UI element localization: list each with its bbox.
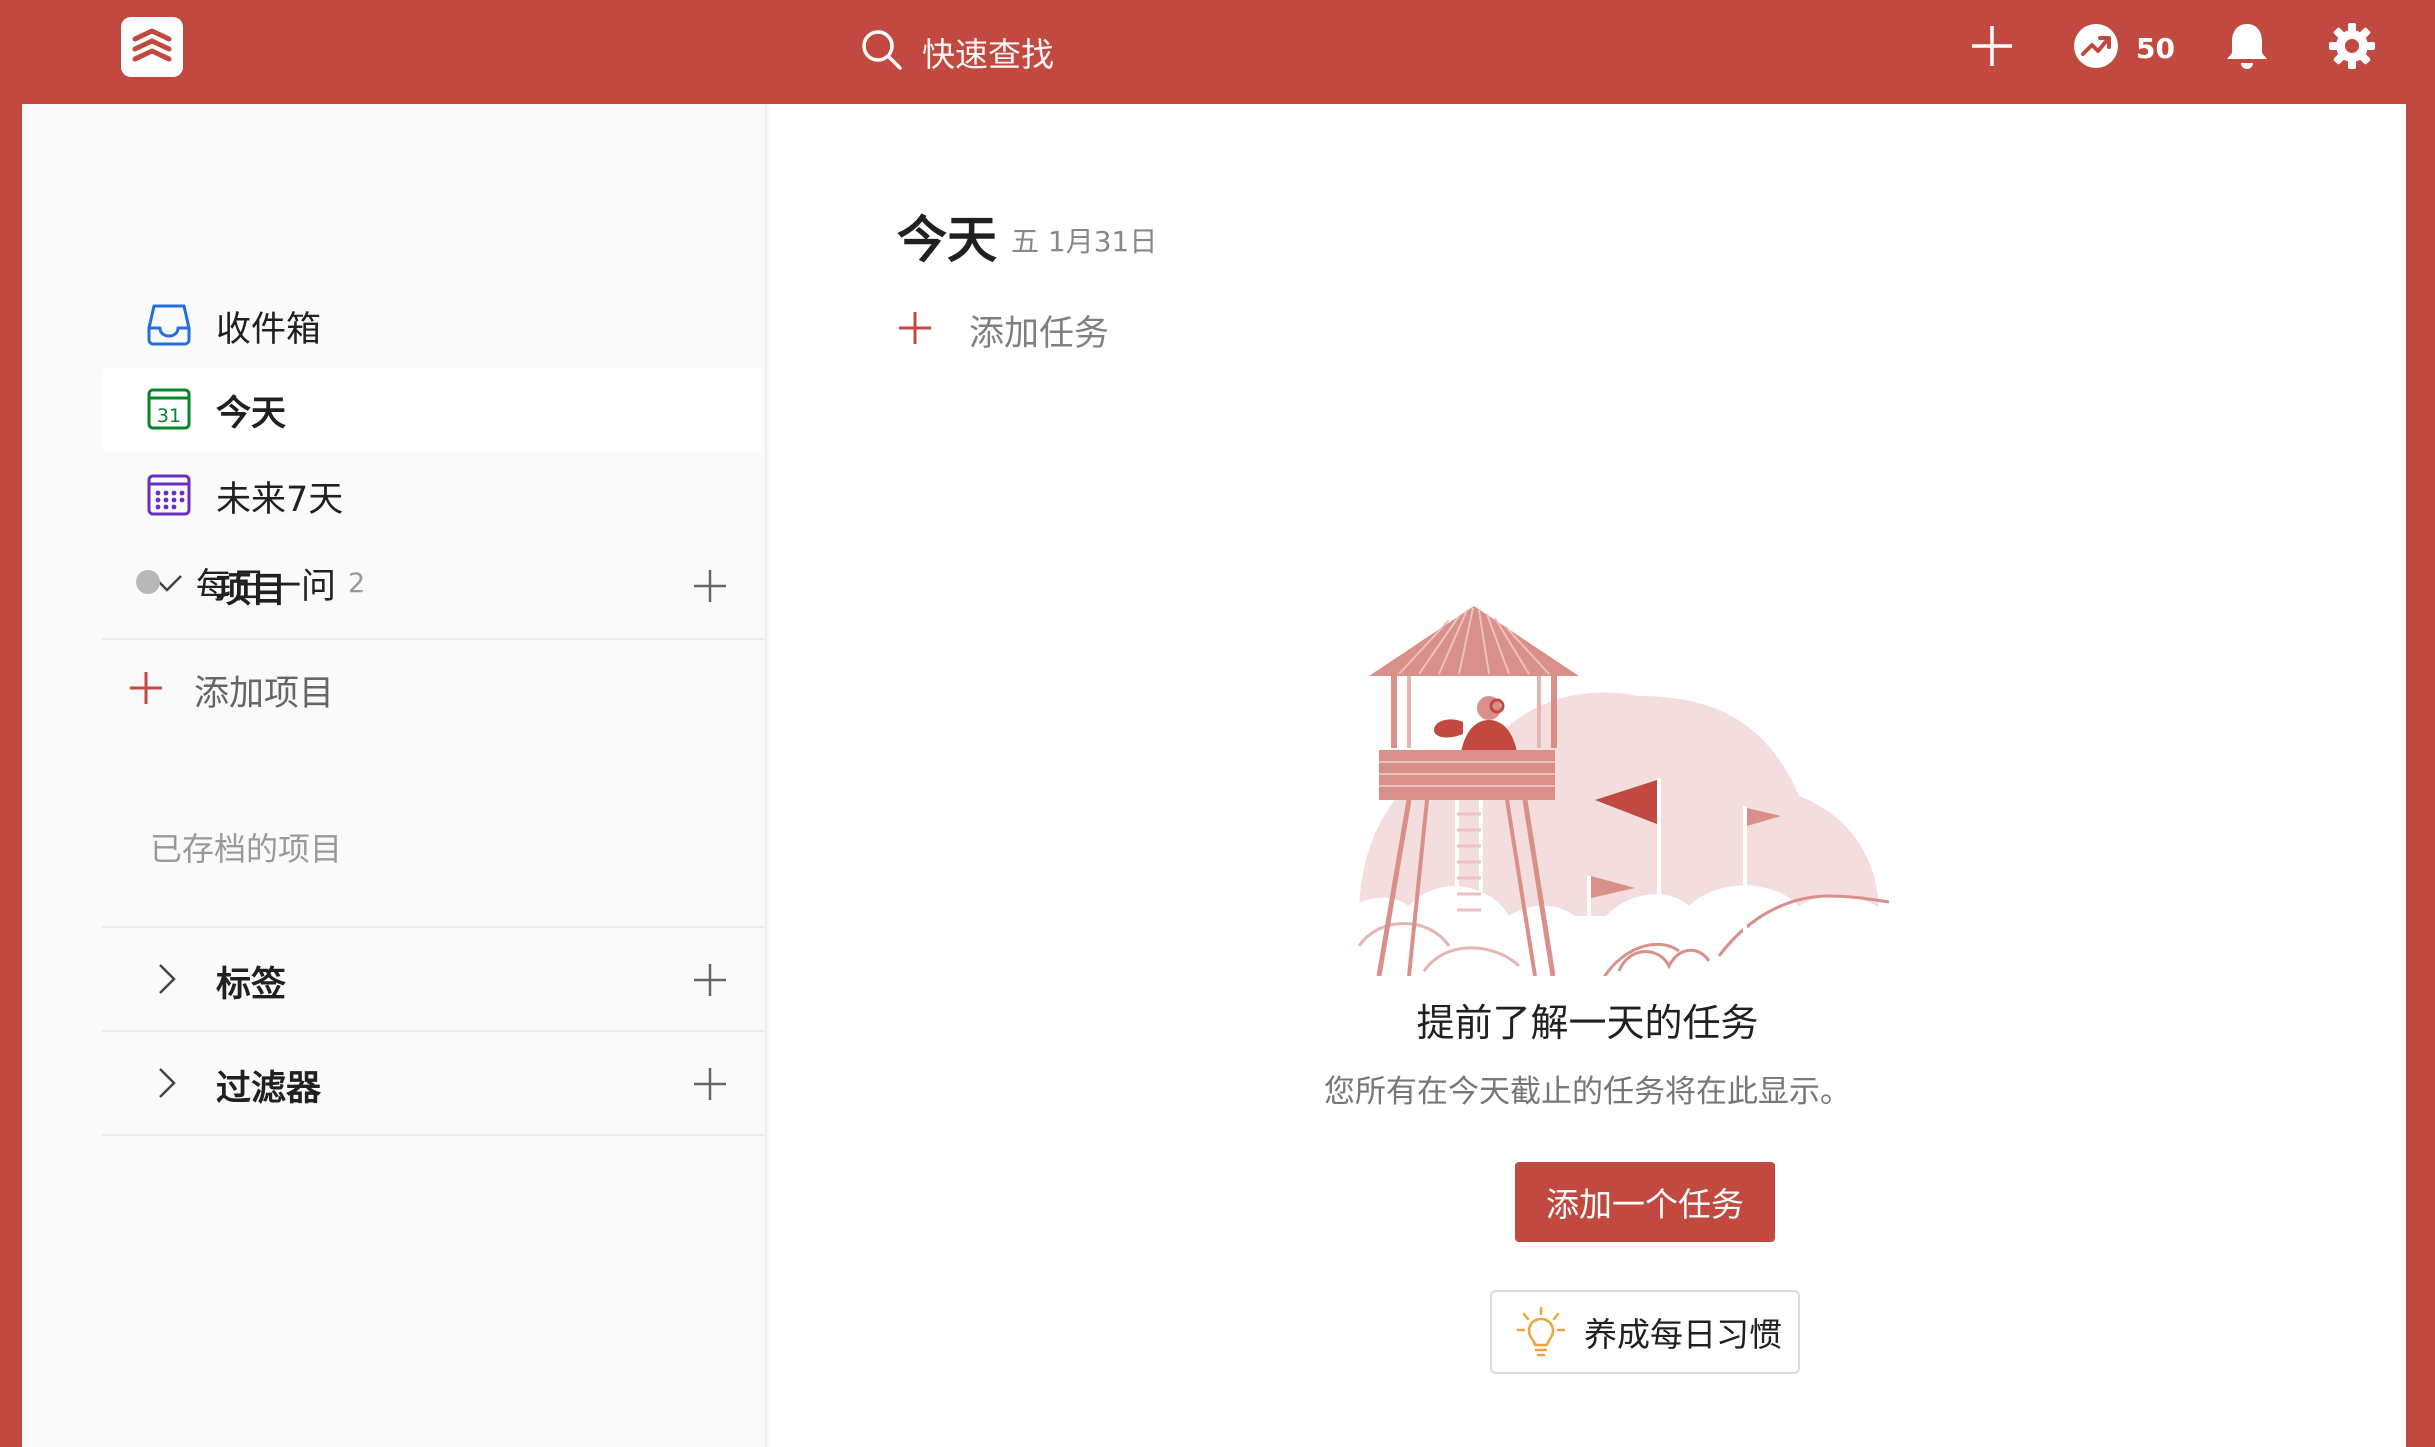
chevron-right-icon[interactable] <box>150 1066 184 1104</box>
labels-section-label: 标签 <box>216 965 287 1005</box>
trending-up-icon <box>2072 22 2120 74</box>
add-project-button[interactable]: 添加项目 <box>128 660 334 720</box>
top-bar: 快速查找 50 <box>0 0 2435 104</box>
add-project-plus-icon[interactable] <box>692 568 728 608</box>
todoist-logo-icon[interactable] <box>121 17 183 77</box>
daily-habit-label: 养成每日习惯 <box>1584 1315 1782 1354</box>
gear-icon <box>2328 22 2376 74</box>
add-task-button[interactable]: 添加任务 <box>897 300 1109 360</box>
labels-section-header[interactable]: 标签 <box>102 932 762 1032</box>
page-title: 今天 <box>897 211 997 269</box>
app-panel: 收件箱 31 今天 未来7天 项目 每日一问 2 添加项目 已存档的项目 标签 … <box>22 104 2406 1447</box>
empty-state-title: 提前了解一天的任务 <box>1416 1001 1759 1045</box>
karma-score: 50 <box>2136 31 2175 65</box>
filters-section-label: 过滤器 <box>216 1069 322 1109</box>
add-label-plus-icon[interactable] <box>692 962 728 1002</box>
empty-state-description: 您所有在今天截止的任务将在此显示。 <box>1324 1074 1851 1110</box>
page-date: 五 1月31日 <box>1011 225 1158 258</box>
add-a-task-button[interactable]: 添加一个任务 <box>1515 1162 1775 1242</box>
plus-icon <box>128 670 164 710</box>
main-content: 今天 五 1月31日 添加任务 提前了解一天的任务 您所有在今天截止的任务将在此… <box>769 104 2406 1447</box>
sidebar: 收件箱 31 今天 未来7天 项目 每日一问 2 添加项目 已存档的项目 标签 … <box>22 104 767 1447</box>
search-icon <box>860 28 904 76</box>
archived-projects-link[interactable]: 已存档的项目 <box>150 824 342 870</box>
search-placeholder: 快速查找 <box>922 35 1054 74</box>
today-day-number: 31 <box>157 405 181 427</box>
plus-icon <box>1970 24 2014 72</box>
sidebar-item-label: 收件箱 <box>216 309 322 350</box>
settings-button[interactable] <box>2328 18 2376 78</box>
quick-find-search[interactable]: 快速查找 <box>860 22 1260 82</box>
plus-icon <box>897 310 933 350</box>
chevron-right-icon[interactable] <box>150 962 184 1000</box>
filters-section-header[interactable]: 过滤器 <box>102 1036 762 1136</box>
add-filter-plus-icon[interactable] <box>692 1066 728 1106</box>
sidebar-item-inbox[interactable]: 收件箱 <box>102 284 762 368</box>
sidebar-item-upcoming[interactable]: 未来7天 <box>102 454 762 538</box>
upcoming-calendar-icon <box>146 472 192 518</box>
project-task-count: 2 <box>348 568 366 599</box>
divider <box>102 638 764 640</box>
lightbulb-icon <box>1516 1306 1566 1358</box>
productivity-button[interactable]: 50 <box>2072 18 2175 78</box>
inbox-icon <box>146 302 192 348</box>
divider <box>102 926 764 928</box>
watchtower-illustration <box>1339 606 1899 976</box>
daily-habit-button[interactable]: 养成每日习惯 <box>1490 1290 1800 1374</box>
sidebar-item-today[interactable]: 31 今天 <box>102 368 762 452</box>
today-calendar-icon: 31 <box>146 386 192 432</box>
quick-add-button[interactable] <box>1970 18 2014 78</box>
project-item-name[interactable]: 每日一问 <box>196 558 336 609</box>
notifications-button[interactable] <box>2224 18 2270 78</box>
sidebar-item-label: 未来7天 <box>216 479 344 520</box>
divider <box>102 1134 764 1136</box>
add-project-label: 添加项目 <box>194 673 335 714</box>
sidebar-item-label: 今天 <box>216 393 287 434</box>
project-color-dot <box>136 570 160 594</box>
bell-icon <box>2224 21 2270 75</box>
add-task-label: 添加任务 <box>969 313 1110 354</box>
divider <box>102 1030 764 1032</box>
